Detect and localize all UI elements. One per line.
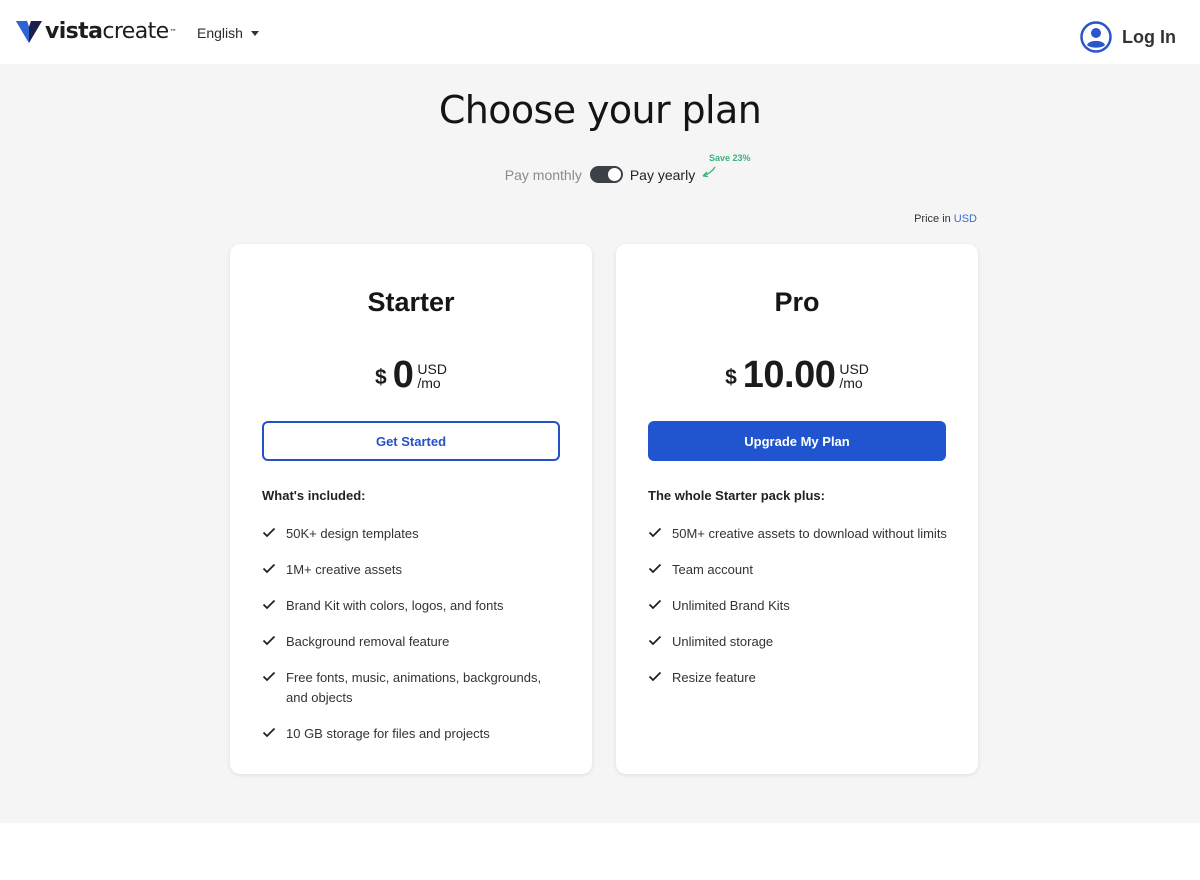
caret-down-icon bbox=[250, 30, 259, 36]
price-currency-info: Price in USD bbox=[914, 213, 977, 225]
feature-text: 1M+ creative assets bbox=[286, 562, 402, 577]
feature-item: Team account bbox=[648, 560, 948, 580]
get-started-button[interactable]: Get Started bbox=[262, 421, 560, 461]
feature-text: Brand Kit with colors, logos, and fonts bbox=[286, 598, 504, 613]
feature-item: 50K+ design templates bbox=[262, 524, 562, 544]
save-badge: Save 23% bbox=[709, 153, 751, 163]
price-amount: 10.00 bbox=[742, 354, 836, 396]
vistacreate-logo[interactable]: vistacreate™ bbox=[16, 19, 177, 45]
feature-item: 10 GB storage for files and projects bbox=[262, 724, 562, 744]
plan-price: $ 0 USD /mo bbox=[230, 356, 592, 394]
check-icon bbox=[648, 563, 662, 574]
user-avatar-icon bbox=[1080, 21, 1112, 53]
included-heading: What's included: bbox=[262, 488, 366, 503]
logo-mark-icon bbox=[16, 21, 42, 43]
check-icon bbox=[262, 727, 276, 738]
top-header: vistacreate™ English Log In bbox=[0, 0, 1200, 64]
price-amount: 0 bbox=[392, 354, 414, 396]
toggle-knob bbox=[607, 168, 621, 181]
feature-text: Background removal feature bbox=[286, 634, 450, 649]
feature-text: Team account bbox=[672, 562, 753, 577]
billing-toggle-row: Pay monthly Pay yearly bbox=[0, 166, 1200, 183]
feature-text: Free fonts, music, animations, backgroun… bbox=[286, 670, 542, 705]
check-icon bbox=[648, 671, 662, 682]
login-label: Log In bbox=[1122, 26, 1176, 47]
feature-text: 10 GB storage for files and projects bbox=[286, 726, 490, 741]
page-title: Choose your plan bbox=[438, 88, 762, 132]
check-icon bbox=[648, 527, 662, 538]
pay-yearly-label[interactable]: Pay yearly bbox=[630, 167, 695, 183]
unit-period: /mo bbox=[839, 375, 863, 391]
check-icon bbox=[262, 599, 276, 610]
upgrade-plan-button[interactable]: Upgrade My Plan bbox=[648, 421, 946, 461]
feature-item: Resize feature bbox=[648, 668, 948, 688]
currency-symbol: $ bbox=[725, 366, 737, 389]
unit-currency: USD bbox=[839, 361, 869, 377]
language-selector[interactable]: English bbox=[197, 25, 259, 41]
pay-monthly-label[interactable]: Pay monthly bbox=[505, 167, 582, 183]
plan-price: $ 10.00 USD /mo bbox=[616, 356, 978, 394]
plan-card-pro: Pro $ 10.00 USD /mo Upgrade My Plan The … bbox=[616, 244, 978, 774]
curved-arrow-icon bbox=[702, 166, 716, 178]
price-unit: USD /mo bbox=[417, 362, 447, 394]
unit-currency: USD bbox=[417, 361, 447, 377]
check-icon bbox=[648, 599, 662, 610]
logo-wordmark: vistacreate™ bbox=[45, 19, 177, 44]
feature-item: Free fonts, music, animations, backgroun… bbox=[262, 668, 562, 708]
feature-item: Brand Kit with colors, logos, and fonts bbox=[262, 596, 562, 616]
feature-text: 50M+ creative assets to download without… bbox=[672, 526, 947, 541]
login-button[interactable]: Log In bbox=[1080, 21, 1176, 53]
check-icon bbox=[648, 635, 662, 646]
language-label: English bbox=[197, 25, 243, 41]
currency-symbol: $ bbox=[375, 366, 387, 389]
check-icon bbox=[262, 635, 276, 646]
plan-card-starter: Starter $ 0 USD /mo Get Started What's i… bbox=[230, 244, 592, 774]
feature-text: Unlimited Brand Kits bbox=[672, 598, 790, 613]
check-icon bbox=[262, 671, 276, 682]
check-icon bbox=[262, 527, 276, 538]
feature-item: Unlimited storage bbox=[648, 632, 948, 652]
price-in-label: Price in bbox=[914, 213, 951, 225]
feature-list: 50K+ design templates 1M+ creative asset… bbox=[262, 524, 562, 760]
feature-item: Background removal feature bbox=[262, 632, 562, 652]
page-footer-space bbox=[0, 823, 1200, 880]
currency-selector[interactable]: USD bbox=[954, 213, 977, 225]
feature-text: 50K+ design templates bbox=[286, 526, 419, 541]
billing-period-toggle[interactable] bbox=[589, 166, 623, 183]
feature-list: 50M+ creative assets to download without… bbox=[648, 524, 948, 704]
plan-name: Starter bbox=[367, 287, 455, 317]
check-icon bbox=[262, 563, 276, 574]
price-unit: USD /mo bbox=[839, 362, 869, 394]
unit-period: /mo bbox=[417, 375, 441, 391]
feature-text: Resize feature bbox=[672, 670, 756, 685]
plan-name: Pro bbox=[774, 287, 820, 317]
included-heading: The whole Starter pack plus: bbox=[648, 488, 825, 503]
feature-item: Unlimited Brand Kits bbox=[648, 596, 948, 616]
feature-item: 50M+ creative assets to download without… bbox=[648, 524, 948, 544]
feature-item: 1M+ creative assets bbox=[262, 560, 562, 580]
feature-text: Unlimited storage bbox=[672, 634, 774, 649]
